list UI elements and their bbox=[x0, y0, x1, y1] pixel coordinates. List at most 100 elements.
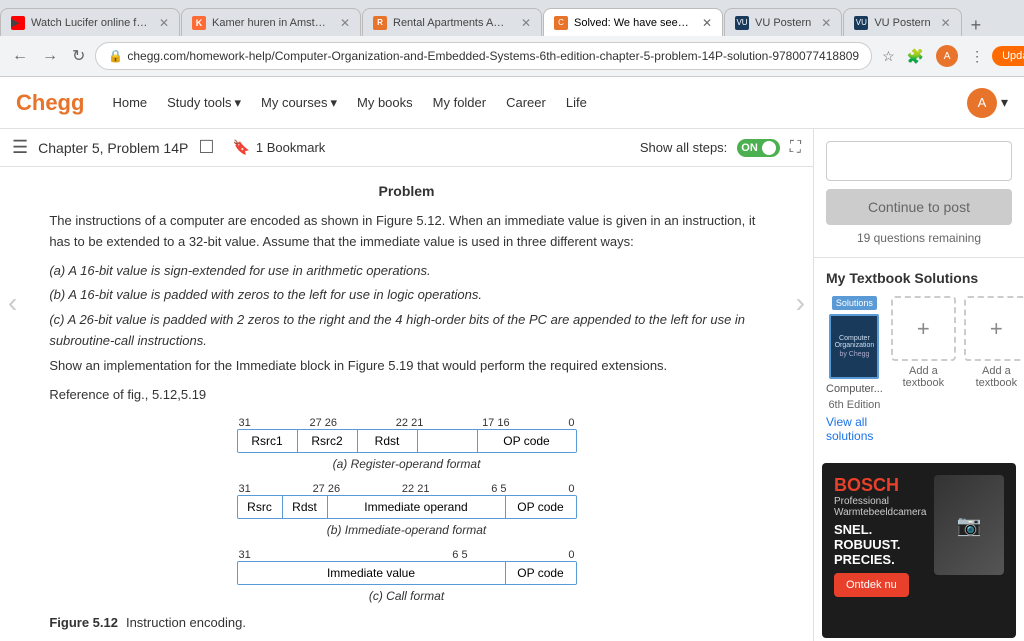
ad-brand: BOSCH bbox=[834, 475, 926, 496]
figure-immediate-operand: 31 27 26 22 21 6 5 0 Rsrc Rdst Immediate… bbox=[49, 483, 763, 537]
part-a-text: A 16-bit value is sign-extended for use … bbox=[68, 263, 430, 278]
figure-register-operand: 31 27 26 22 21 17 16 0 Rsrc1 Rsrc2 Rdst … bbox=[49, 417, 763, 471]
figure-a-caption: (a) Register-operand format bbox=[333, 457, 481, 471]
problem-part-b: (b) A 16-bit value is padded with zeros … bbox=[49, 285, 763, 306]
study-tools-chevron-icon: ▾ bbox=[234, 95, 241, 111]
reload-button[interactable]: ↻ bbox=[68, 42, 89, 70]
address-bar: ← → ↻ 🔒 chegg.com/homework-help/Computer… bbox=[0, 36, 1024, 76]
add-textbook-1-label: Add a textbook bbox=[891, 365, 956, 389]
lock-icon: 🔒 bbox=[108, 49, 123, 63]
cell-opcode-c: OP code bbox=[506, 562, 576, 584]
textbook-grid: Solutions Computer Organization by Chegg… bbox=[826, 296, 1012, 443]
tab-label-kamer: Kamer huren in Amsterdam bbox=[212, 17, 330, 29]
figure-b-wrapper: 31 27 26 22 21 6 5 0 Rsrc Rdst Immediate… bbox=[49, 483, 763, 537]
nav-my-books[interactable]: My books bbox=[357, 95, 413, 110]
add-textbook-1-button[interactable]: + bbox=[891, 296, 956, 361]
prev-problem-button[interactable]: ‹ bbox=[0, 287, 25, 319]
show-steps-toggle[interactable]: ON bbox=[737, 139, 780, 157]
back-button[interactable]: ← bbox=[8, 43, 32, 69]
edition-text: 6th Edition bbox=[828, 399, 880, 411]
profile-avatar: A bbox=[936, 45, 958, 67]
hamburger-button[interactable]: ☰ bbox=[12, 137, 28, 158]
part-b-label: (b) bbox=[49, 287, 65, 302]
menu-button[interactable]: ⋮ bbox=[966, 46, 988, 67]
update-button[interactable]: Update bbox=[992, 46, 1024, 66]
show-steps-label: Show all steps: bbox=[640, 140, 727, 155]
chegg-logo[interactable]: Chegg bbox=[16, 90, 84, 116]
tab-kamer[interactable]: K Kamer huren in Amsterdam ✕ bbox=[181, 8, 361, 36]
tab-chegg[interactable]: C Solved: We have seen how... ✕ bbox=[543, 8, 723, 36]
textbook-section-title: My Textbook Solutions bbox=[826, 270, 1012, 286]
profile-button[interactable]: A bbox=[932, 43, 962, 69]
my-courses-chevron-icon: ▾ bbox=[330, 95, 337, 111]
nav-career[interactable]: Career bbox=[506, 95, 546, 110]
ad-text-content: BOSCH Professional Warmtebeeldcamera SNE… bbox=[834, 475, 926, 597]
view-all-solutions-link[interactable]: View all solutions bbox=[826, 415, 883, 443]
tab-close-vu1[interactable]: ✕ bbox=[821, 16, 831, 30]
tab-rental[interactable]: R Rental Apartments Amster... ✕ bbox=[362, 8, 542, 36]
ad-content: BOSCH Professional Warmtebeeldcamera SNE… bbox=[834, 475, 1004, 597]
camera-icon: 📷 bbox=[957, 513, 982, 538]
browser-chrome: ▶ Watch Lucifer online free ✕ K Kamer hu… bbox=[0, 0, 1024, 77]
tab-close-rental[interactable]: ✕ bbox=[521, 16, 531, 30]
tab-label-vu2: VU Postern bbox=[874, 17, 930, 29]
expand-icon[interactable]: ⛶ bbox=[790, 139, 801, 157]
chapter-title: Chapter 5, Problem 14P bbox=[38, 140, 188, 156]
figure-title: Figure 5.12 bbox=[49, 615, 118, 630]
extensions-button[interactable]: 🧩 bbox=[903, 46, 928, 67]
tab-vu2[interactable]: VU VU Postern ✕ bbox=[843, 8, 961, 36]
tab-close-youtube[interactable]: ✕ bbox=[159, 16, 169, 30]
cell-immediate-operand: Immediate operand bbox=[328, 496, 506, 518]
tab-close-chegg[interactable]: ✕ bbox=[702, 16, 712, 30]
ad-cta-button[interactable]: Ontdek nu bbox=[834, 573, 909, 597]
nav-my-folder[interactable]: My folder bbox=[433, 95, 486, 110]
textbook-cover[interactable]: Computer Organization by Chegg bbox=[829, 314, 879, 379]
bookmark-star-button[interactable]: ☆ bbox=[878, 46, 899, 67]
post-input[interactable] bbox=[826, 141, 1012, 181]
tab-label-rental: Rental Apartments Amster... bbox=[393, 17, 511, 29]
nav-life[interactable]: Life bbox=[566, 95, 587, 110]
figure-a-row: Rsrc1 Rsrc2 Rdst OP code bbox=[237, 429, 577, 453]
forward-button[interactable]: → bbox=[38, 43, 62, 69]
tab-youtube[interactable]: ▶ Watch Lucifer online free ✕ bbox=[0, 8, 180, 36]
figure-call-format: 31 6 5 0 Immediate value OP code (c) Cal… bbox=[49, 549, 763, 603]
tab-label-youtube: Watch Lucifer online free bbox=[31, 17, 149, 29]
tab-close-vu2[interactable]: ✕ bbox=[941, 16, 951, 30]
part-c-label: (c) bbox=[49, 312, 64, 327]
nav-my-courses[interactable]: My courses ▾ bbox=[261, 95, 337, 111]
new-tab-button[interactable]: + bbox=[963, 15, 990, 36]
mobile-icon[interactable]: ☐ bbox=[198, 137, 214, 158]
part-c-text: A 26-bit value is padded with 2 zeros to… bbox=[49, 312, 745, 348]
part-a-label: (a) bbox=[49, 263, 65, 278]
solutions-badge: Solutions bbox=[832, 296, 877, 310]
nav-study-tools[interactable]: Study tools ▾ bbox=[167, 95, 241, 111]
url-box[interactable]: 🔒 chegg.com/homework-help/Computer-Organ… bbox=[95, 42, 872, 70]
tab-label-vu1: VU Postern bbox=[755, 17, 811, 29]
nav-home[interactable]: Home bbox=[112, 95, 147, 110]
ad-image: 📷 bbox=[934, 475, 1004, 575]
textbook-book: Solutions Computer Organization by Chegg… bbox=[826, 296, 883, 443]
tab-favicon-youtube: ▶ bbox=[11, 16, 25, 30]
content-area: ☰ Chapter 5, Problem 14P ☐ 🔖 1 Bookmark … bbox=[0, 129, 814, 641]
toolbar-right: Show all steps: ON ⛶ bbox=[640, 139, 801, 157]
tab-favicon-rental: R bbox=[373, 16, 387, 30]
add-textbook-2-button[interactable]: + bbox=[964, 296, 1024, 361]
header-chevron-icon[interactable]: ▾ bbox=[1001, 94, 1008, 111]
ad-line1: Professional bbox=[834, 496, 926, 507]
tab-favicon-chegg: C bbox=[554, 16, 568, 30]
tab-favicon-vu1: VU bbox=[735, 16, 749, 30]
browser-actions: ☆ 🧩 A ⋮ Update bbox=[878, 43, 1024, 69]
user-avatar[interactable]: A bbox=[967, 88, 997, 118]
figure-a-wrapper: 31 27 26 22 21 17 16 0 Rsrc1 Rsrc2 Rdst … bbox=[49, 417, 763, 471]
toggle-circle bbox=[762, 141, 776, 155]
tab-close-kamer[interactable]: ✕ bbox=[340, 16, 350, 30]
figure-c-row: Immediate value OP code bbox=[237, 561, 577, 585]
next-problem-button[interactable]: › bbox=[788, 287, 813, 319]
cell-rdst-b: Rdst bbox=[283, 496, 328, 518]
continue-to-post-button[interactable]: Continue to post bbox=[826, 189, 1012, 225]
problem-intro: The instructions of a computer are encod… bbox=[49, 211, 763, 253]
questions-remaining: 19 questions remaining bbox=[826, 231, 1012, 245]
textbook-cover-title: Computer Organization bbox=[835, 335, 875, 349]
right-sidebar: Continue to post 19 questions remaining … bbox=[814, 129, 1024, 641]
tab-vu1[interactable]: VU VU Postern ✕ bbox=[724, 8, 842, 36]
